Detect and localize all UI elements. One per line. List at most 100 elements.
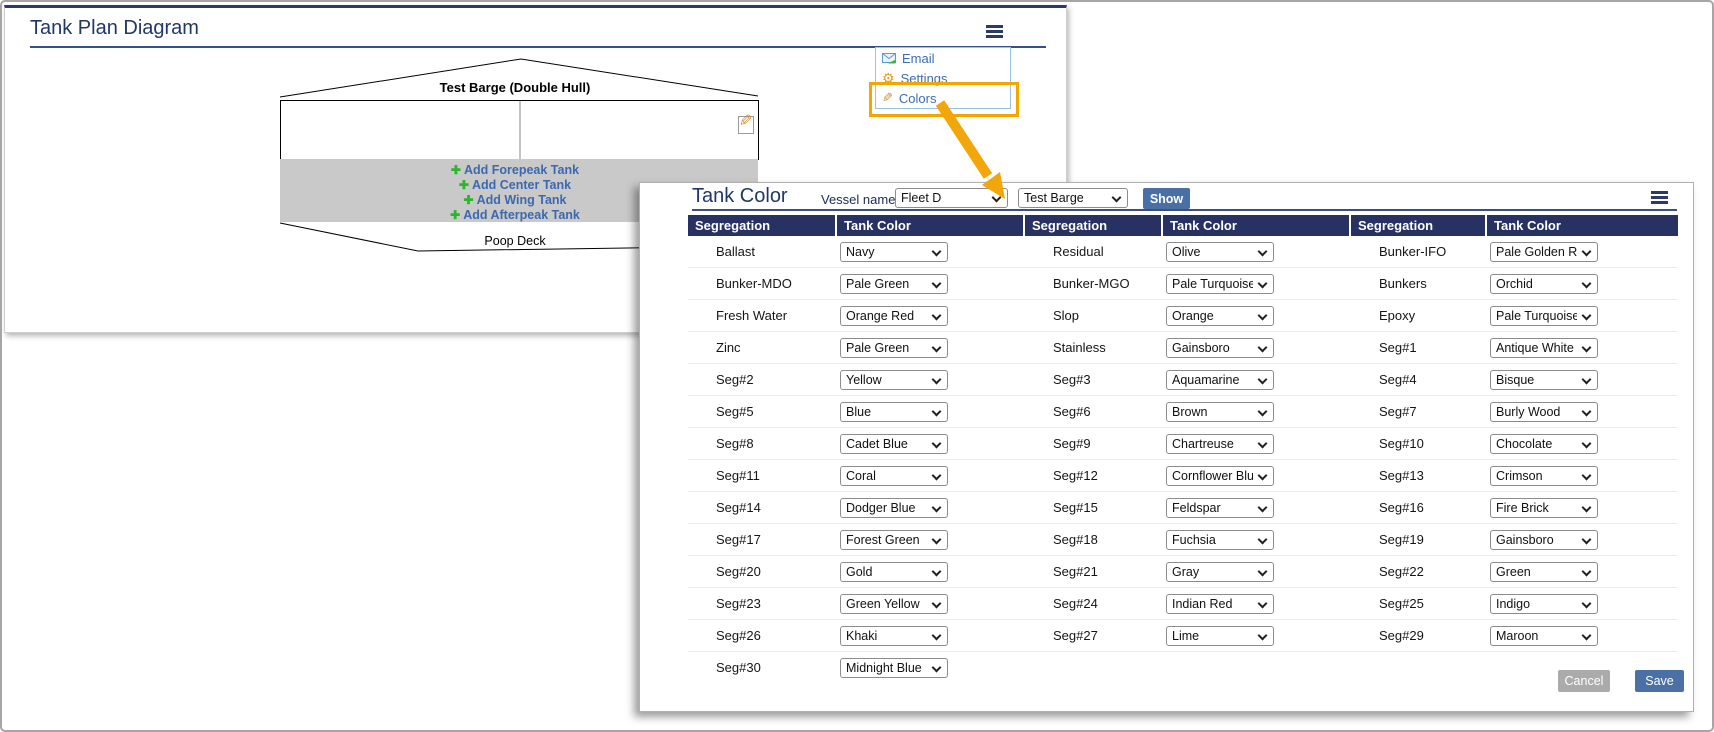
tank-color-select[interactable]: Antique White xyxy=(1490,338,1598,358)
tank-color-select[interactable]: Coral xyxy=(840,466,948,486)
vessel-select[interactable]: Test Barge xyxy=(1018,188,1128,208)
tank-color-cell: Blue xyxy=(837,402,1025,422)
tank-color-select[interactable]: Chartreuse xyxy=(1166,434,1274,454)
tank-color-select[interactable]: Green xyxy=(1490,562,1598,582)
tank-color-select[interactable]: Orange xyxy=(1166,306,1274,326)
table-row: Seg#20GoldSeg#21GraySeg#22Green xyxy=(688,556,1678,588)
fleet-select[interactable]: Fleet D xyxy=(895,188,1008,208)
segregation-label: Seg#17 xyxy=(688,532,837,547)
tank-color-cell: Pale Green xyxy=(837,274,1025,294)
tank-color-cell: Burly Wood xyxy=(1487,402,1678,422)
tank-color-select[interactable]: Pale Green xyxy=(840,338,948,358)
segregation-label: Seg#30 xyxy=(688,660,837,675)
segregation-label: Seg#23 xyxy=(688,596,837,611)
segregation-label: Fresh Water xyxy=(688,308,837,323)
tank-color-select[interactable]: Pale Turquoise xyxy=(1490,306,1598,326)
hamburger-menu-icon[interactable] xyxy=(986,25,1003,38)
tank-color-cell: Cornflower Blue xyxy=(1163,466,1351,486)
tank-color-select[interactable]: Navy xyxy=(840,242,948,262)
tank-color-select[interactable]: Bisque xyxy=(1490,370,1598,390)
tank-color-select[interactable]: Aquamarine xyxy=(1166,370,1274,390)
column-header: Tank Color xyxy=(1487,215,1678,236)
tank-color-cell: Indigo xyxy=(1487,594,1678,614)
segregation-label: Seg#6 xyxy=(1025,404,1163,419)
segregation-label: Bunker-MDO xyxy=(688,276,837,291)
tank-color-select[interactable]: Gold xyxy=(840,562,948,582)
segregation-label: Seg#3 xyxy=(1025,372,1163,387)
tank-color-select[interactable]: Olive xyxy=(1166,242,1274,262)
column-header: Segregation xyxy=(1025,215,1163,236)
tank-color-cell: Chocolate xyxy=(1487,434,1678,454)
tank-color-select[interactable]: Gainsboro xyxy=(1166,338,1274,358)
tank-color-select[interactable]: Fuchsia xyxy=(1166,530,1274,550)
add-plus-icon: ✚ xyxy=(464,193,474,207)
tank-color-cell: Chartreuse xyxy=(1163,434,1351,454)
segregation-label: Zinc xyxy=(688,340,837,355)
tank-color-select[interactable]: Pale Golden Rod xyxy=(1490,242,1598,262)
column-header: Tank Color xyxy=(1163,215,1351,236)
tank-color-select[interactable]: Indian Red xyxy=(1166,594,1274,614)
tank-color-select[interactable]: Khaki xyxy=(840,626,948,646)
table-row: Seg#8Cadet BlueSeg#9ChartreuseSeg#10Choc… xyxy=(688,428,1678,460)
tank-color-select[interactable]: Fire Brick xyxy=(1490,498,1598,518)
add-plus-icon: ✚ xyxy=(459,178,469,192)
tank-color-select[interactable]: Chocolate xyxy=(1490,434,1598,454)
tank-color-select[interactable]: Brown xyxy=(1166,402,1274,422)
tank-color-select[interactable]: Midnight Blue xyxy=(840,658,948,678)
tank-color-select[interactable]: Yellow xyxy=(840,370,948,390)
tank-color-cell: Orange Red xyxy=(837,306,1025,326)
tank-color-select[interactable]: Gray xyxy=(1166,562,1274,582)
tank-color-cell: Fuchsia xyxy=(1163,530,1351,550)
email-icon xyxy=(882,53,896,64)
segregation-label: Bunker-MGO xyxy=(1025,276,1163,291)
vessel-name-label: Vessel name: xyxy=(821,192,899,207)
segregation-label: Seg#7 xyxy=(1351,404,1487,419)
tank-color-table-body: BallastNavyResidualOliveBunker-IFOPale G… xyxy=(688,236,1678,683)
tank-color-select[interactable]: Gainsboro xyxy=(1490,530,1598,550)
tank-color-select[interactable]: Feldspar xyxy=(1166,498,1274,518)
tank-color-cell: Gold xyxy=(837,562,1025,582)
segregation-label: Seg#26 xyxy=(688,628,837,643)
tank-color-cell: Bisque xyxy=(1487,370,1678,390)
tank-color-select[interactable]: Pale Green xyxy=(840,274,948,294)
screenshot-frame: Tank Plan Diagram Test Barge (Double Hul… xyxy=(0,0,1714,732)
add-forepeak-tank-link[interactable]: ✚Add Forepeak Tank xyxy=(255,163,775,177)
segregation-label: Seg#10 xyxy=(1351,436,1487,451)
tank-color-select[interactable]: Orange Red xyxy=(840,306,948,326)
hamburger-menu-icon[interactable] xyxy=(1651,191,1668,204)
segregation-label: Residual xyxy=(1025,244,1163,259)
show-button[interactable]: Show xyxy=(1143,188,1190,209)
tank-color-select[interactable]: Dodger Blue xyxy=(840,498,948,518)
barge-name: Test Barge (Double Hull) xyxy=(255,80,775,95)
edit-icon[interactable]: ✎ xyxy=(738,114,756,134)
segregation-label: Seg#4 xyxy=(1351,372,1487,387)
table-row: Seg#17Forest GreenSeg#18FuchsiaSeg#19Gai… xyxy=(688,524,1678,556)
tank-color-cell: Orchid xyxy=(1487,274,1678,294)
tank-color-select[interactable]: Cadet Blue xyxy=(840,434,948,454)
segregation-label: Seg#21 xyxy=(1025,564,1163,579)
menu-item-email[interactable]: Email xyxy=(876,48,1010,68)
cancel-button[interactable]: Cancel xyxy=(1558,670,1610,692)
tank-color-select[interactable]: Blue xyxy=(840,402,948,422)
segregation-label: Seg#20 xyxy=(688,564,837,579)
tank-color-select[interactable]: Orchid xyxy=(1490,274,1598,294)
tank-color-cell: Green Yellow xyxy=(837,594,1025,614)
tank-color-cell: Gainsboro xyxy=(1163,338,1351,358)
tank-color-select[interactable]: Indigo xyxy=(1490,594,1598,614)
tank-color-select[interactable]: Burly Wood xyxy=(1490,402,1598,422)
tank-color-cell: Coral xyxy=(837,466,1025,486)
tank-color-select[interactable]: Maroon xyxy=(1490,626,1598,646)
save-button[interactable]: Save xyxy=(1635,670,1684,692)
segregation-label: Seg#2 xyxy=(688,372,837,387)
table-row: Seg#30Midnight Blue xyxy=(688,652,1678,683)
segregation-label: Seg#29 xyxy=(1351,628,1487,643)
tank-color-select[interactable]: Cornflower Blue xyxy=(1166,466,1274,486)
segregation-label: Seg#27 xyxy=(1025,628,1163,643)
table-row: Seg#26Khaki Seg#27Lime Seg#29Maroon xyxy=(688,620,1678,652)
tank-color-select[interactable]: Crimson xyxy=(1490,466,1598,486)
tank-color-select[interactable]: Pale Turquoise xyxy=(1166,274,1274,294)
tank-color-select[interactable]: Forest Green xyxy=(840,530,948,550)
tank-color-select[interactable]: Green Yellow xyxy=(840,594,948,614)
tank-color-select[interactable]: Lime xyxy=(1166,626,1274,646)
tank-color-cell: Gray xyxy=(1163,562,1351,582)
